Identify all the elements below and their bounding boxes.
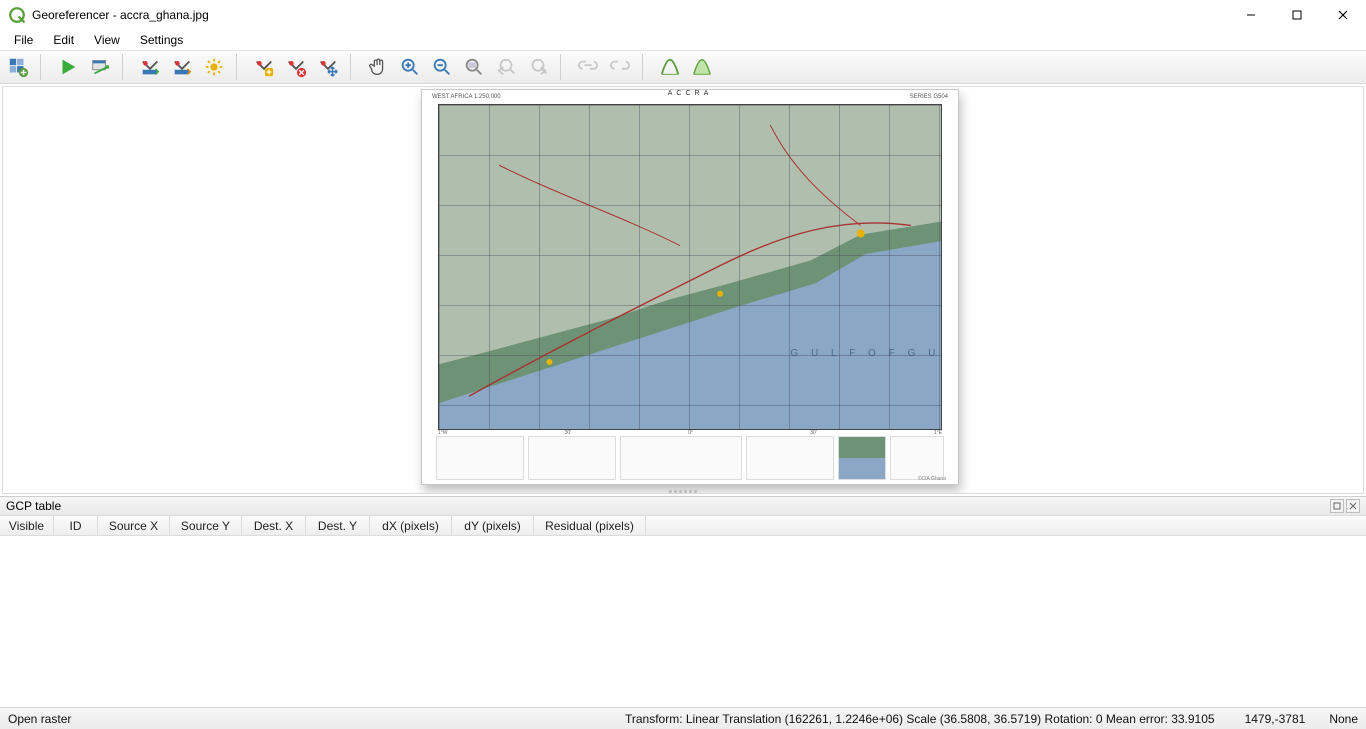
status-bar: Open raster Transform: Linear Translatio… xyxy=(0,707,1366,729)
col-source-x[interactable]: Source X xyxy=(98,516,170,535)
zoom-next-button[interactable] xyxy=(524,53,552,81)
legend-box xyxy=(890,436,944,480)
col-id[interactable]: ID xyxy=(54,516,98,535)
zoom-in-button[interactable] xyxy=(396,53,424,81)
legend-box xyxy=(746,436,834,480)
gcp-table-header: Visible ID Source X Source Y Dest. X Des… xyxy=(0,516,1366,536)
georeferencer-window: Georeferencer - accra_ghana.jpg File Edi… xyxy=(0,0,1366,729)
raster-image: WEST AFRICA 1:250,000 ACCRA SERIES G504 … xyxy=(421,89,959,485)
menu-bar: File Edit View Settings xyxy=(0,30,1366,50)
graticule-grid xyxy=(439,105,941,429)
map-frame: G U L F O F G U I N E A xyxy=(438,104,942,430)
status-right: None xyxy=(1329,712,1358,726)
toolbar-separator xyxy=(560,54,568,80)
transformation-settings-button[interactable] xyxy=(200,53,228,81)
toolbar-separator xyxy=(122,54,130,80)
toolbar xyxy=(0,50,1366,84)
add-point-button[interactable] xyxy=(250,53,278,81)
local-histogram-stretch-button[interactable] xyxy=(688,53,716,81)
zoom-last-button[interactable] xyxy=(492,53,520,81)
gcp-panel-title: GCP table xyxy=(6,499,61,513)
zoom-out-button[interactable] xyxy=(428,53,456,81)
gcp-panel-header: GCP table xyxy=(0,497,1366,516)
zoom-to-layer-button[interactable] xyxy=(460,53,488,81)
gcp-table-panel: GCP table Visible ID Source X Source Y D… xyxy=(0,496,1366,707)
move-point-button[interactable] xyxy=(314,53,342,81)
full-histogram-stretch-button[interactable] xyxy=(656,53,684,81)
load-gcp-button[interactable] xyxy=(136,53,164,81)
minimize-button[interactable] xyxy=(1228,0,1274,30)
menu-view[interactable]: View xyxy=(84,31,130,49)
gcp-panel-close-button[interactable] xyxy=(1346,499,1360,513)
toolbar-separator xyxy=(40,54,48,80)
legend-box xyxy=(436,436,524,480)
title-bar: Georeferencer - accra_ghana.jpg xyxy=(0,0,1366,30)
panel-drag-handle[interactable] xyxy=(663,490,703,494)
window-title: Georeferencer - accra_ghana.jpg xyxy=(32,8,209,22)
col-visible[interactable]: Visible xyxy=(0,516,54,535)
pan-button[interactable] xyxy=(364,53,392,81)
start-georeferencing-button[interactable] xyxy=(54,53,82,81)
delete-point-button[interactable] xyxy=(282,53,310,81)
menu-edit[interactable]: Edit xyxy=(43,31,84,49)
save-gcp-button[interactable] xyxy=(168,53,196,81)
status-left: Open raster xyxy=(8,712,71,726)
map-canvas[interactable]: WEST AFRICA 1:250,000 ACCRA SERIES G504 … xyxy=(2,86,1364,494)
col-dx-pixels[interactable]: dX (pixels) xyxy=(370,516,452,535)
toolbar-separator xyxy=(236,54,244,80)
status-transform: Transform: Linear Translation (162261, 1… xyxy=(625,712,1215,726)
link-georeferencer-button[interactable] xyxy=(574,53,602,81)
gcp-panel-undock-button[interactable] xyxy=(1330,499,1344,513)
legend-row xyxy=(436,436,944,480)
generate-script-button[interactable] xyxy=(86,53,114,81)
toolbar-separator xyxy=(642,54,650,80)
open-raster-button[interactable] xyxy=(4,53,32,81)
menu-file[interactable]: File xyxy=(4,31,43,49)
close-button[interactable] xyxy=(1320,0,1366,30)
status-coords: 1479,-3781 xyxy=(1245,712,1306,726)
col-dest-x[interactable]: Dest. X xyxy=(242,516,306,535)
menu-settings[interactable]: Settings xyxy=(130,31,193,49)
gcp-table-body[interactable] xyxy=(0,536,1366,707)
col-residual[interactable]: Residual (pixels) xyxy=(534,516,646,535)
legend-box xyxy=(620,436,742,480)
col-dy-pixels[interactable]: dY (pixels) xyxy=(452,516,534,535)
toolbar-separator xyxy=(350,54,358,80)
col-dest-y[interactable]: Dest. Y xyxy=(306,516,370,535)
legend-box xyxy=(528,436,616,480)
sheet-title: ACCRA xyxy=(422,90,958,97)
col-source-y[interactable]: Source Y xyxy=(170,516,242,535)
maximize-button[interactable] xyxy=(1274,0,1320,30)
link-qgis-button[interactable] xyxy=(606,53,634,81)
map-credit: ©CIA Ghana xyxy=(918,476,946,482)
qgis-app-icon xyxy=(8,6,26,24)
legend-locator xyxy=(838,436,886,480)
